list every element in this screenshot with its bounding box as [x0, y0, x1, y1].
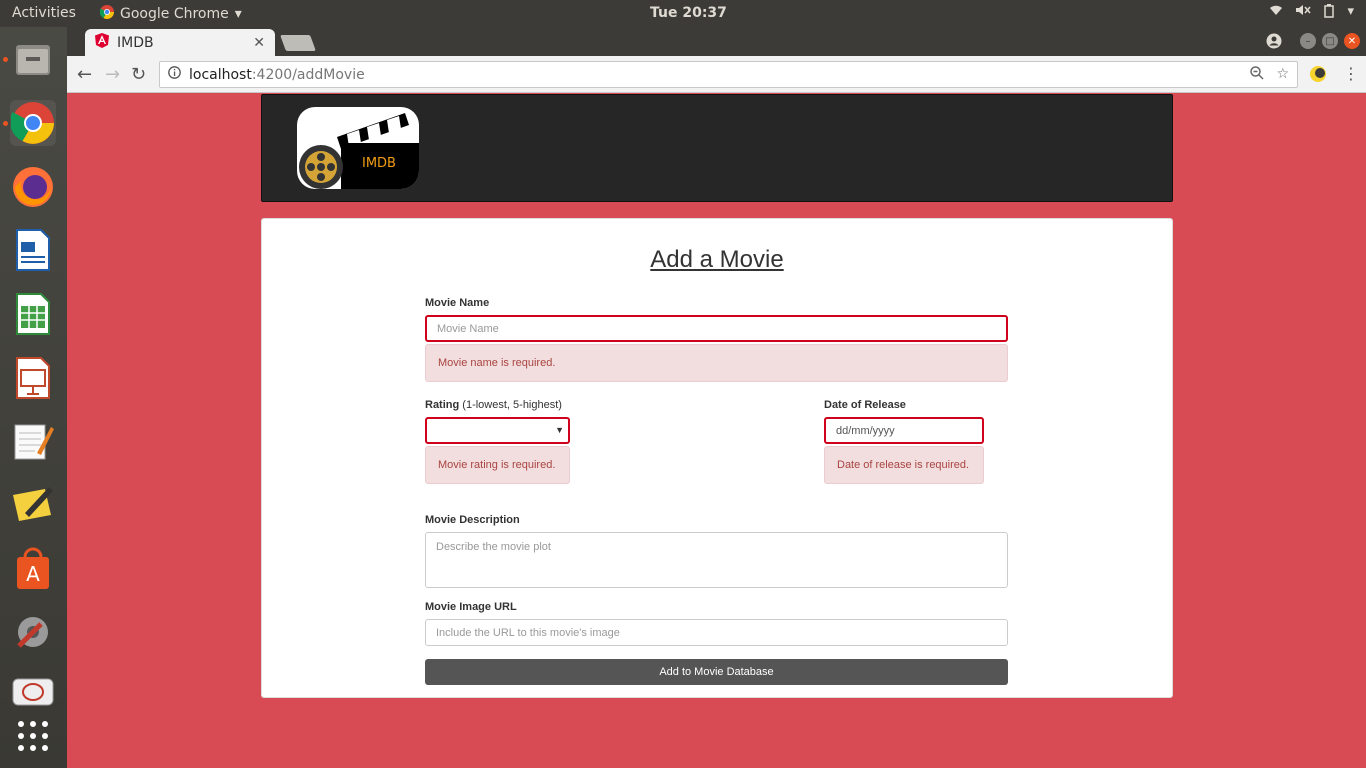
release-date-input[interactable]: dd/mm/yyyy — [824, 417, 984, 444]
new-tab-button[interactable] — [280, 35, 316, 51]
logo-text: IMDB — [362, 156, 396, 171]
system-top-bar: Activities Google Chrome ▾ Tue 20:37 ▾ — [0, 0, 1366, 27]
description-textarea[interactable]: Describe the movie plot — [425, 532, 1008, 588]
app-menu[interactable]: Google Chrome ▾ — [99, 5, 242, 23]
tab-imdb[interactable]: IMDB ✕ — [85, 29, 275, 56]
svg-text:A: A — [26, 562, 40, 586]
browser-toolbar: ← → ↻ localhost:4200/addMovie ☆ ⋮ — [67, 56, 1366, 93]
menu-kebab-icon[interactable]: ⋮ — [1343, 64, 1359, 83]
activities-button[interactable]: Activities — [12, 5, 76, 21]
add-movie-button[interactable]: Add to Movie Database — [425, 659, 1008, 685]
rating-hint: (1-lowest, 5-highest) — [462, 399, 562, 411]
back-icon[interactable]: ← — [77, 64, 92, 85]
url-path: :4200/addMovie — [251, 66, 365, 83]
window-controls: – □ ✕ — [1266, 33, 1360, 53]
form-title: Add a Movie — [650, 246, 784, 273]
angular-favicon-icon — [95, 33, 109, 52]
rating-error-text: Movie rating is required. — [438, 459, 556, 471]
wifi-icon — [1269, 4, 1283, 22]
system-menu-chevron-icon: ▾ — [1347, 4, 1354, 19]
page-content: IMDB Add a Movie Movie Name Movie Name M… — [67, 93, 1366, 768]
image-url-label: Movie Image URL — [425, 601, 517, 613]
rating-error: Movie rating is required. — [425, 446, 570, 484]
window-close-icon[interactable]: ✕ — [1344, 33, 1360, 49]
site-header: IMDB — [261, 94, 1173, 202]
app-grid-icon[interactable] — [10, 713, 56, 759]
clock[interactable]: Tue 20:37 — [650, 5, 727, 21]
release-date-label: Date of Release — [824, 399, 906, 411]
release-date-error: Date of release is required. — [824, 446, 984, 484]
tab-strip: IMDB ✕ – □ ✕ — [67, 27, 1366, 56]
volume-muted-icon — [1295, 4, 1312, 22]
minimize-icon[interactable]: – — [1300, 33, 1316, 49]
movie-name-error-text: Movie name is required. — [438, 357, 556, 369]
remote-viewer-icon[interactable] — [10, 672, 56, 718]
launcher-dock: A — [0, 27, 67, 768]
libreoffice-impress-icon[interactable] — [10, 355, 56, 401]
maximize-icon[interactable]: □ — [1322, 33, 1338, 49]
running-indicator — [3, 121, 8, 126]
files-icon[interactable] — [10, 36, 56, 82]
address-bar[interactable]: localhost:4200/addMovie ☆ — [159, 61, 1298, 88]
bookmark-star-icon[interactable]: ☆ — [1276, 66, 1289, 84]
software-center-icon[interactable]: A — [10, 546, 56, 592]
running-indicator — [3, 57, 8, 62]
tab-title: IMDB — [117, 34, 154, 51]
rating-label-text: Rating — [425, 399, 460, 411]
description-label: Movie Description — [425, 514, 520, 526]
system-tray[interactable]: ▾ — [1269, 4, 1354, 22]
extension-icon[interactable] — [1309, 65, 1327, 87]
release-date-error-text: Date of release is required. — [837, 459, 970, 471]
release-date-placeholder: dd/mm/yyyy — [836, 424, 895, 437]
battery-icon — [1323, 4, 1335, 22]
movie-name-placeholder: Movie Name — [437, 322, 499, 335]
zoom-icon[interactable] — [1250, 65, 1264, 84]
rating-label: Rating (1-lowest, 5-highest) — [425, 399, 562, 411]
profile-icon[interactable] — [1266, 33, 1282, 53]
image-url-placeholder: Include the URL to this movie's image — [436, 626, 620, 639]
imdb-logo[interactable]: IMDB — [297, 107, 419, 189]
libreoffice-calc-icon[interactable] — [10, 291, 56, 337]
image-url-input[interactable]: Include the URL to this movie's image — [425, 619, 1008, 646]
url-host: localhost — [189, 66, 252, 83]
forward-icon[interactable]: → — [105, 64, 120, 85]
description-placeholder: Describe the movie plot — [436, 541, 551, 553]
system-settings-icon[interactable] — [10, 609, 56, 655]
text-editor-icon[interactable] — [10, 418, 56, 464]
chrome-small-icon — [99, 5, 114, 23]
libreoffice-writer-icon[interactable] — [10, 227, 56, 273]
movie-name-error: Movie name is required. — [425, 344, 1008, 382]
chrome-icon[interactable] — [10, 100, 56, 146]
app-name: Google Chrome — [120, 6, 229, 22]
browser-window: IMDB ✕ – □ ✕ ← → ↻ localhost:4200/addMov… — [67, 27, 1366, 768]
firefox-icon[interactable] — [10, 164, 56, 210]
close-icon[interactable]: ✕ — [253, 35, 265, 51]
rating-select[interactable]: ▼ — [425, 417, 570, 444]
movie-name-label: Movie Name — [425, 297, 490, 309]
info-icon[interactable] — [168, 66, 181, 83]
dropdown-arrow-icon: ▼ — [555, 425, 564, 435]
movie-name-input[interactable]: Movie Name — [425, 315, 1008, 342]
chevron-down-icon: ▾ — [234, 6, 242, 22]
reload-icon[interactable]: ↻ — [131, 64, 146, 85]
add-movie-form: Add a Movie Movie Name Movie Name Movie … — [261, 218, 1173, 698]
notes-icon[interactable] — [10, 482, 56, 528]
